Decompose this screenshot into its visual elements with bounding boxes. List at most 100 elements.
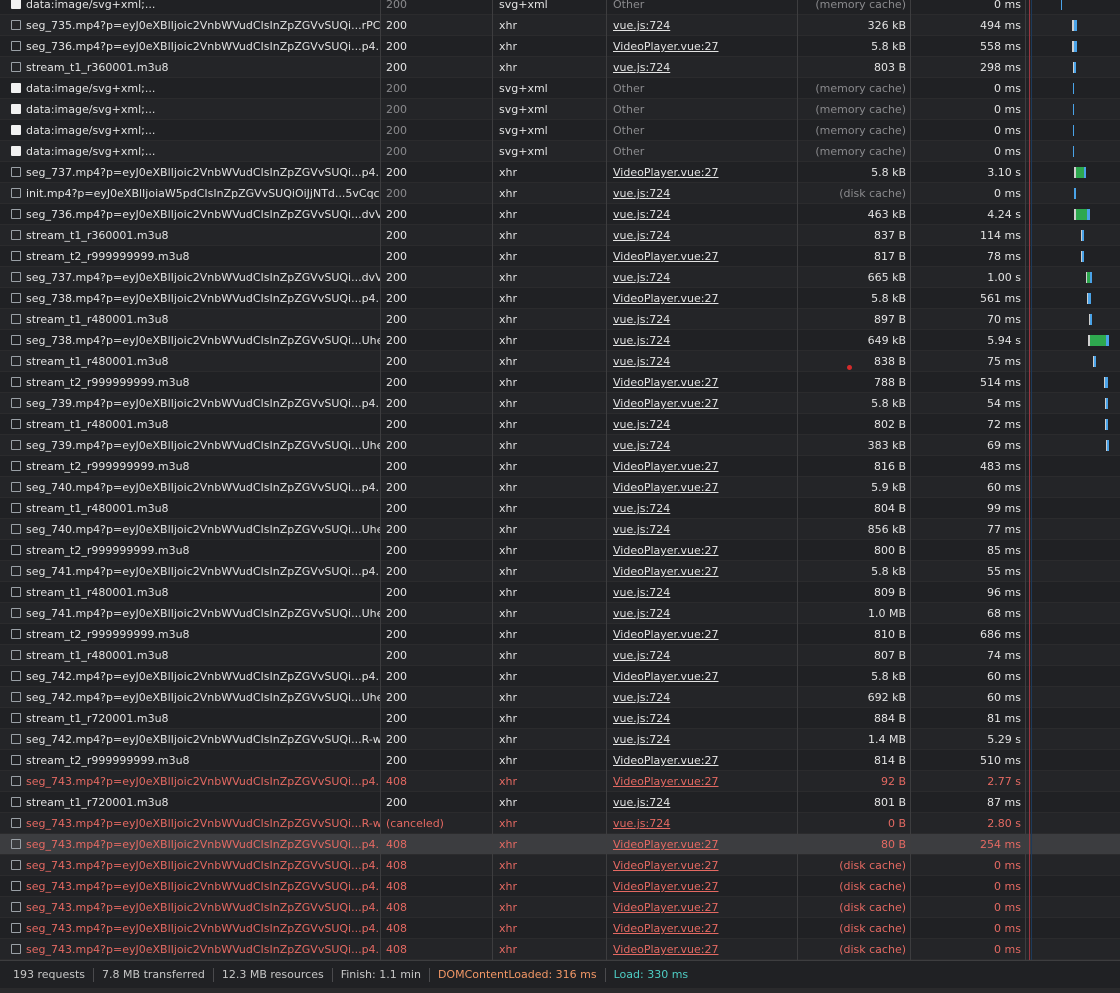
initiator-cell-text[interactable]: VideoPlayer.vue:27 — [613, 565, 719, 578]
table-row[interactable]: seg_742.mp4?p=eyJ0eXBlIjoic2VnbWVudCIsIn… — [0, 729, 1120, 750]
status-cell-text: 200 — [386, 481, 407, 494]
table-row[interactable]: seg_737.mp4?p=eyJ0eXBlIjoic2VnbWVudCIsIn… — [0, 267, 1120, 288]
table-row[interactable]: seg_742.mp4?p=eyJ0eXBlIjoic2VnbWVudCIsIn… — [0, 687, 1120, 708]
initiator-cell-text[interactable]: VideoPlayer.vue:27 — [613, 460, 719, 473]
initiator-cell-text[interactable]: VideoPlayer.vue:27 — [613, 670, 719, 683]
table-row[interactable]: data:image/svg+xml;... 200 svg+xml Other (me… — [0, 0, 1120, 15]
initiator-cell-text[interactable]: VideoPlayer.vue:27 — [613, 838, 719, 851]
initiator-cell-text[interactable]: VideoPlayer.vue:27 — [613, 376, 719, 389]
table-row[interactable]: stream_t2_r999999999.m3u8 200 xhr VideoPlay… — [0, 372, 1120, 393]
status-cell: 200 — [381, 183, 493, 204]
table-row[interactable]: stream_t1_r480001.m3u8 200 xhr vue.js:724 80… — [0, 582, 1120, 603]
initiator-cell-text[interactable]: VideoPlayer.vue:27 — [613, 40, 719, 53]
initiator-cell-text[interactable]: VideoPlayer.vue:27 — [613, 481, 719, 494]
table-row[interactable]: seg_743.mp4?p=eyJ0eXBlIjoic2VnbWVudCIsIn… — [0, 897, 1120, 918]
waterfall-bar — [1073, 83, 1074, 94]
waterfall-cell — [1026, 939, 1120, 960]
initiator-cell-text[interactable]: vue.js:724 — [613, 208, 670, 221]
size-cell: 5.8 kB — [798, 162, 911, 183]
table-row[interactable]: seg_740.mp4?p=eyJ0eXBlIjoic2VnbWVudCIsIn… — [0, 519, 1120, 540]
initiator-cell-text[interactable]: VideoPlayer.vue:27 — [613, 628, 719, 641]
initiator-cell-text[interactable]: vue.js:724 — [613, 607, 670, 620]
request-name-cell-text: seg_743.mp4?p=eyJ0eXBlIjoic2VnbWVudCIsIn… — [26, 775, 381, 788]
initiator-cell-text[interactable]: vue.js:724 — [613, 649, 670, 662]
table-row[interactable]: stream_t1_r720001.m3u8 200 xhr vue.js:724 88… — [0, 708, 1120, 729]
table-row[interactable]: seg_743.mp4?p=eyJ0eXBlIjoic2VnbWVudCIsIn… — [0, 813, 1120, 834]
table-row[interactable]: seg_739.mp4?p=eyJ0eXBlIjoic2VnbWVudCIsIn… — [0, 393, 1120, 414]
initiator-cell: Other — [607, 120, 798, 141]
initiator-cell-text[interactable]: vue.js:724 — [613, 586, 670, 599]
initiator-cell-text[interactable]: vue.js:724 — [613, 796, 670, 809]
initiator-cell-text[interactable]: VideoPlayer.vue:27 — [613, 292, 719, 305]
initiator-cell-text[interactable]: vue.js:724 — [613, 187, 670, 200]
initiator-cell-text[interactable]: vue.js:724 — [613, 691, 670, 704]
initiator-cell-text[interactable]: vue.js:724 — [613, 313, 670, 326]
table-row[interactable]: init.mp4?p=eyJ0eXBlIjoiaW5pdCIsInZpZGVvS… — [0, 183, 1120, 204]
table-row[interactable]: data:image/svg+xml;... 200 svg+xml Other (me… — [0, 99, 1120, 120]
table-row[interactable]: stream_t1_r480001.m3u8 200 xhr vue.js:724 89… — [0, 309, 1120, 330]
initiator-cell-text[interactable]: VideoPlayer.vue:27 — [613, 943, 719, 956]
table-row[interactable]: seg_743.mp4?p=eyJ0eXBlIjoic2VnbWVudCIsIn… — [0, 939, 1120, 960]
table-row[interactable]: seg_735.mp4?p=eyJ0eXBlIjoic2VnbWVudCIsIn… — [0, 15, 1120, 36]
table-row[interactable]: stream_t2_r999999999.m3u8 200 xhr VideoPlay… — [0, 540, 1120, 561]
table-row[interactable]: stream_t2_r999999999.m3u8 200 xhr VideoPlay… — [0, 750, 1120, 771]
table-row[interactable]: seg_741.mp4?p=eyJ0eXBlIjoic2VnbWVudCIsIn… — [0, 561, 1120, 582]
table-row[interactable]: stream_t2_r999999999.m3u8 200 xhr VideoPlay… — [0, 246, 1120, 267]
type-cell: xhr — [493, 918, 607, 939]
table-row[interactable]: stream_t1_r480001.m3u8 200 xhr vue.js:724 80… — [0, 498, 1120, 519]
table-row[interactable]: stream_t1_r360001.m3u8 200 xhr vue.js:724 83… — [0, 225, 1120, 246]
initiator-cell-text[interactable]: VideoPlayer.vue:27 — [613, 775, 719, 788]
table-row[interactable]: stream_t2_r999999999.m3u8 200 xhr VideoPlay… — [0, 624, 1120, 645]
initiator-cell-text[interactable]: VideoPlayer.vue:27 — [613, 922, 719, 935]
table-row[interactable]: seg_741.mp4?p=eyJ0eXBlIjoic2VnbWVudCIsIn… — [0, 603, 1120, 624]
initiator-cell-text[interactable]: VideoPlayer.vue:27 — [613, 544, 719, 557]
initiator-cell-text[interactable]: vue.js:724 — [613, 19, 670, 32]
table-row[interactable]: stream_t1_r480001.m3u8 200 xhr vue.js:724 83… — [0, 351, 1120, 372]
table-row[interactable]: seg_739.mp4?p=eyJ0eXBlIjoic2VnbWVudCIsIn… — [0, 435, 1120, 456]
table-row[interactable]: seg_743.mp4?p=eyJ0eXBlIjoic2VnbWVudCIsIn… — [0, 771, 1120, 792]
time-cell-text: 74 ms — [987, 649, 1021, 662]
initiator-cell-text[interactable]: VideoPlayer.vue:27 — [613, 859, 719, 872]
table-row[interactable]: seg_743.mp4?p=eyJ0eXBlIjoic2VnbWVudCIsIn… — [0, 876, 1120, 897]
table-row[interactable]: stream_t2_r999999999.m3u8 200 xhr VideoPlay… — [0, 456, 1120, 477]
table-row[interactable]: stream_t1_r360001.m3u8 200 xhr vue.js:724 80… — [0, 57, 1120, 78]
initiator-cell-text[interactable]: VideoPlayer.vue:27 — [613, 166, 719, 179]
table-row[interactable]: data:image/svg+xml;... 200 svg+xml Other (me… — [0, 120, 1120, 141]
table-row[interactable]: seg_743.mp4?p=eyJ0eXBlIjoic2VnbWVudCIsIn… — [0, 918, 1120, 939]
table-row[interactable]: seg_737.mp4?p=eyJ0eXBlIjoic2VnbWVudCIsIn… — [0, 162, 1120, 183]
initiator-cell-text[interactable]: vue.js:724 — [613, 523, 670, 536]
table-row[interactable]: seg_736.mp4?p=eyJ0eXBlIjoic2VnbWVudCIsIn… — [0, 36, 1120, 57]
initiator-cell-text[interactable]: vue.js:724 — [613, 502, 670, 515]
initiator-cell-text[interactable]: VideoPlayer.vue:27 — [613, 901, 719, 914]
initiator-cell-text[interactable]: VideoPlayer.vue:27 — [613, 880, 719, 893]
initiator-cell-text[interactable]: vue.js:724 — [613, 817, 670, 830]
table-row[interactable]: data:image/svg+xml;... 200 svg+xml Other (me… — [0, 78, 1120, 99]
waterfall-bar — [1073, 146, 1074, 157]
document-file-icon — [11, 944, 21, 954]
initiator-cell-text[interactable]: vue.js:724 — [613, 271, 670, 284]
table-row[interactable]: seg_736.mp4?p=eyJ0eXBlIjoic2VnbWVudCIsIn… — [0, 204, 1120, 225]
table-row[interactable]: seg_743.mp4?p=eyJ0eXBlIjoic2VnbWVudCIsIn… — [0, 834, 1120, 855]
initiator-cell-text[interactable]: vue.js:724 — [613, 439, 670, 452]
initiator-cell-text[interactable]: vue.js:724 — [613, 334, 670, 347]
table-row[interactable]: stream_t1_r720001.m3u8 200 xhr vue.js:724 80… — [0, 792, 1120, 813]
table-row[interactable]: seg_743.mp4?p=eyJ0eXBlIjoic2VnbWVudCIsIn… — [0, 855, 1120, 876]
table-row[interactable]: data:image/svg+xml;... 200 svg+xml Other (me… — [0, 141, 1120, 162]
table-row[interactable]: seg_742.mp4?p=eyJ0eXBlIjoic2VnbWVudCIsIn… — [0, 666, 1120, 687]
initiator-cell-text[interactable]: VideoPlayer.vue:27 — [613, 397, 719, 410]
initiator-cell-text[interactable]: VideoPlayer.vue:27 — [613, 250, 719, 263]
initiator-cell-text[interactable]: vue.js:724 — [613, 733, 670, 746]
table-row[interactable]: stream_t1_r480001.m3u8 200 xhr vue.js:724 80… — [0, 414, 1120, 435]
initiator-cell-text[interactable]: vue.js:724 — [613, 418, 670, 431]
initiator-cell-text[interactable]: vue.js:724 — [613, 712, 670, 725]
status-cell: 200 — [381, 582, 493, 603]
initiator-cell-text[interactable]: vue.js:724 — [613, 229, 670, 242]
status-cell-text: 200 — [386, 607, 407, 620]
initiator-cell-text[interactable]: vue.js:724 — [613, 355, 670, 368]
table-row[interactable]: seg_738.mp4?p=eyJ0eXBlIjoic2VnbWVudCIsIn… — [0, 288, 1120, 309]
table-row[interactable]: stream_t1_r480001.m3u8 200 xhr vue.js:724 80… — [0, 645, 1120, 666]
table-row[interactable]: seg_740.mp4?p=eyJ0eXBlIjoic2VnbWVudCIsIn… — [0, 477, 1120, 498]
initiator-cell-text[interactable]: vue.js:724 — [613, 61, 670, 74]
initiator-cell-text[interactable]: VideoPlayer.vue:27 — [613, 754, 719, 767]
table-row[interactable]: seg_738.mp4?p=eyJ0eXBlIjoic2VnbWVudCIsIn… — [0, 330, 1120, 351]
